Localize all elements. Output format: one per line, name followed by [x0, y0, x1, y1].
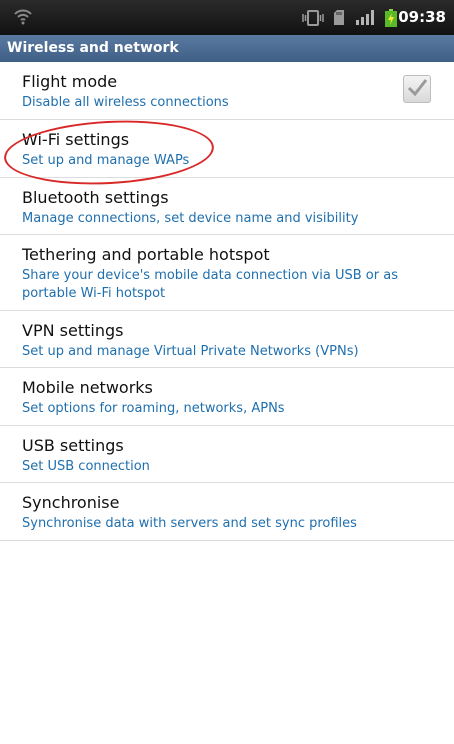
battery-charging-icon — [385, 9, 397, 31]
settings-item-synchronise[interactable]: Synchronise Synchronise data with server… — [0, 483, 454, 541]
signal-icon — [355, 9, 377, 30]
item-title: USB settings — [22, 436, 124, 455]
settings-item-bluetooth[interactable]: Bluetooth settings Manage connections, s… — [0, 178, 454, 235]
item-summary: Share your device's mobile data connecti… — [22, 268, 398, 283]
status-clock: 09:38 — [398, 8, 446, 26]
settings-item-flight-mode[interactable]: Flight mode Disable all wireless connect… — [0, 62, 454, 120]
item-summary: Set up and manage WAPs — [22, 153, 190, 168]
item-summary: Set up and manage Virtual Private Networ… — [22, 344, 359, 359]
wifi-icon — [14, 7, 32, 29]
item-title: Tethering and portable hotspot — [22, 245, 270, 264]
item-title: VPN settings — [22, 321, 124, 340]
section-header: Wireless and network — [0, 35, 454, 62]
item-summary-line2: portable Wi-Fi hotspot — [22, 286, 166, 301]
settings-item-tethering[interactable]: Tethering and portable hotspot Share you… — [0, 235, 454, 311]
item-title: Wi-Fi settings — [22, 130, 130, 149]
settings-item-mobile-networks[interactable]: Mobile networks Set options for roaming,… — [0, 368, 454, 426]
item-title: Flight mode — [22, 72, 118, 91]
settings-item-vpn[interactable]: VPN settings Set up and manage Virtual P… — [0, 311, 454, 368]
item-title: Bluetooth settings — [22, 188, 169, 207]
sd-card-icon — [333, 9, 345, 30]
item-summary: Synchronise data with servers and set sy… — [22, 516, 357, 531]
settings-list: Flight mode Disable all wireless connect… — [0, 62, 454, 541]
settings-item-usb[interactable]: USB settings Set USB connection — [0, 426, 454, 483]
settings-item-wifi[interactable]: Wi-Fi settings Set up and manage WAPs — [0, 120, 454, 178]
item-summary: Disable all wireless connections — [22, 95, 229, 110]
item-summary: Set options for roaming, networks, APNs — [22, 401, 285, 416]
vibrate-icon — [302, 10, 324, 30]
status-bar: 09:38 — [0, 0, 454, 35]
item-title: Synchronise — [22, 493, 120, 512]
flight-mode-checkbox[interactable] — [403, 75, 431, 103]
item-summary: Manage connections, set device name and … — [22, 211, 359, 226]
item-title: Mobile networks — [22, 378, 153, 397]
item-summary: Set USB connection — [22, 459, 150, 474]
checkmark-icon — [407, 79, 428, 97]
